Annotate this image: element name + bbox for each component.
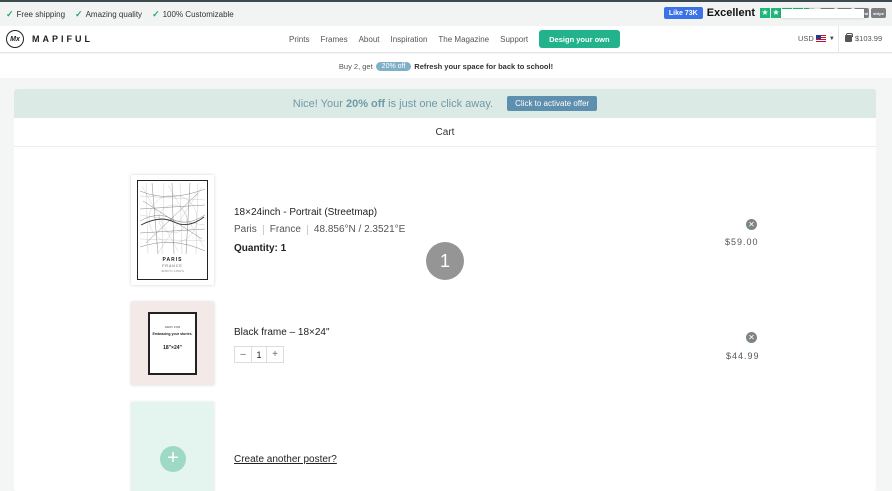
offer-message: Nice! Your 20% off is just one click awa… [292,97,494,110]
chevron-down-icon: ▼ [828,35,835,42]
site-header: Mx MAPIFUL Prints Frames About Inspirati… [0,26,892,53]
brand-logo[interactable]: Mx MAPIFUL [6,30,93,48]
nav-frames[interactable]: Frames [320,35,347,44]
check-icon: ✓ [6,8,14,19]
poster-thumbnail[interactable]: PARIS FRANCE 48.856°N / 2.3521°E [131,175,214,285]
brand-name: MAPIFUL [32,34,93,44]
stripe-icon: stripe [871,8,886,18]
star-icon: ★ [760,8,770,18]
nav-prints[interactable]: Prints [289,35,309,44]
item-price: $59.00 [725,237,759,247]
item-title: Black frame – 18×24" [234,327,330,338]
item-location: Paris France 48.856°N / 2.3521°E [234,224,405,235]
trust-badges: ✓Like 73K Excellent ★ ★ ★ ★ ★ VISA MC Pa… [663,7,886,19]
check-icon: ✓ [75,8,83,19]
quantity-stepper: – 1 + [234,346,284,363]
thumbs-up-icon: ✓ [780,8,864,18]
street-map-image [138,181,207,256]
step-badge: 1 [426,242,464,280]
logo-mark-icon: Mx [6,30,24,48]
frame-preview-kicker: AWAY FOR [164,325,181,329]
us-flag-icon [815,35,826,42]
frame-preview-heading: Embracing your stories. [152,332,193,336]
poster-city-label: PARIS [162,257,183,263]
poster-coords-label: 48.856°N / 2.3521°E [161,270,184,273]
poster-preview: PARIS FRANCE 48.856°N / 2.3521°E [137,180,208,280]
currency-code: USD [798,34,814,43]
design-your-own-button[interactable]: Design your own [539,30,620,48]
item-coords: 48.856°N / 2.3521°E [313,224,406,235]
decrement-button[interactable]: – [235,347,251,362]
quantity-value[interactable]: 1 [251,347,267,362]
check-icon: ✓ [152,8,160,19]
item-country: France [269,224,301,235]
usp-amazing-quality: ✓ Amazing quality [75,8,143,19]
cart-total: $103.99 [855,34,883,43]
rating-label: Excellent [706,7,755,19]
remove-item-button[interactable]: ✕ [746,219,757,230]
offer-text: Refresh your space for back to school! [414,61,554,71]
meta-divider [306,224,308,235]
nav-magazine[interactable]: The Magazine [438,35,489,44]
star-icon: ★ [771,8,781,18]
nav-about[interactable]: About [359,35,380,44]
header-divider [838,26,839,52]
promo-bar: ✓ Free shipping ✓ Amazing quality ✓ 100% Cu… [0,2,892,26]
remove-item-button[interactable]: ✕ [746,332,757,343]
usp-customizable: ✓ 100% Customizable [152,8,234,19]
usp-free-shipping: ✓ Free shipping [6,8,66,19]
offer-strip: Buy 2, get 20% off Refresh your space fo… [0,54,892,78]
plus-icon: + [160,446,186,472]
create-poster-tile[interactable]: + [131,402,214,491]
frame-thumbnail[interactable]: AWAY FOR Embracing your stories. 18"×24" [131,302,214,385]
poster-country-label: FRANCE [162,264,183,268]
currency-selector[interactable]: USD ▼ [798,34,835,43]
item-title: 18×24inch - Portrait (Streetmap) [234,207,378,218]
create-another-poster-link[interactable]: Create another poster? [234,454,337,465]
increment-button[interactable]: + [267,347,283,362]
nav-support[interactable]: Support [500,35,528,44]
frame-preview-size: 18"×24" [163,345,182,351]
item-price: $44.99 [726,351,760,361]
cart-card: Nice! Your 20% off is just one click awa… [14,89,876,491]
item-city: Paris [234,224,257,235]
discount-pill: 20% off [375,61,412,71]
offer-banner: Nice! Your 20% off is just one click awa… [14,89,876,118]
cart-button[interactable]: $103.99 [845,33,883,43]
facebook-like-button[interactable]: ✓ Like 73K [663,7,864,19]
cart-title: Cart [14,118,876,147]
nav-inspiration[interactable]: Inspiration [390,35,427,44]
shopping-bag-icon [845,33,853,42]
activate-offer-button[interactable]: Click to activate offer [507,96,598,111]
offer-lead: Buy 2, get [338,61,373,71]
meta-divider [262,224,264,235]
main-nav: Prints Frames About Inspiration The Maga… [289,26,620,52]
frame-preview: AWAY FOR Embracing your stories. 18"×24" [148,312,197,375]
item-quantity: Quantity: 1 [234,243,287,254]
